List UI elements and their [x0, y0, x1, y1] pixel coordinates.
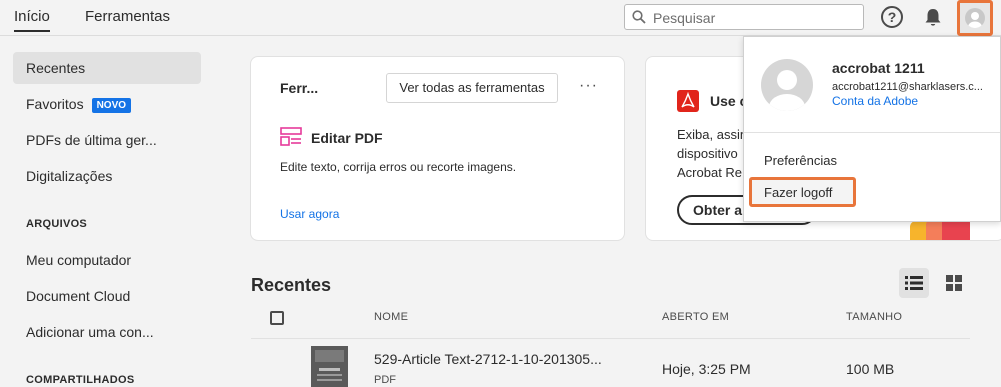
search-input[interactable]: Pesquisar: [624, 4, 864, 30]
promo-line: dispositivo: [677, 146, 738, 161]
sidebar-item-label: Digitalizações: [26, 168, 113, 184]
tab-ferramentas[interactable]: Ferramentas: [85, 8, 170, 25]
account-menu: accrobat 1211 accrobat1211@sharklasers.c…: [743, 36, 1001, 222]
sidebar-item-pdfs-ultima-geracao[interactable]: PDFs de última ger...: [13, 124, 201, 156]
account-name: accrobat 1211: [832, 60, 925, 76]
sidebar-item-adicionar-conta[interactable]: Adicionar uma con...: [13, 316, 201, 348]
recent-title: Recentes: [251, 275, 332, 295]
sidebar-item-meu-computador[interactable]: Meu computador: [13, 244, 201, 276]
account-email: accrobat1211@sharklasers.c...: [832, 81, 983, 93]
sidebar-item-label: PDFs de última ger...: [26, 132, 157, 148]
edit-pdf-description: Edite texto, corrija erros ou recorte im…: [280, 160, 517, 174]
edit-pdf-icon: [280, 127, 302, 146]
account-button[interactable]: [957, 0, 993, 36]
sidebar-item-label: Meu computador: [26, 252, 132, 268]
user-icon: [968, 12, 982, 28]
promo-description: Exiba, assin dispositivo Acrobat Re: [677, 125, 747, 182]
sidebar-item-label: Adicionar uma con...: [26, 324, 154, 340]
list-view-button[interactable]: [899, 268, 929, 298]
sidebar: Recentes Favoritos NOVO PDFs de última ge…: [0, 37, 215, 387]
document-thumbnail-icon: [311, 346, 348, 387]
sidebar-item-label: Favoritos: [26, 96, 84, 112]
use-now-link[interactable]: Usar agora: [280, 207, 339, 221]
grid-view-icon: [946, 275, 962, 291]
user-icon: [769, 70, 805, 111]
file-name: 529-Article Text-2712-1-10-201305...: [374, 351, 602, 367]
sidebar-item-label: Document Cloud: [26, 288, 131, 304]
file-thumbnail: [311, 346, 348, 387]
compartilhados-heading: COMPARTILHADOS: [26, 374, 135, 386]
menu-divider: [744, 132, 1000, 133]
preferences-menu-item[interactable]: Preferências: [764, 153, 837, 168]
adobe-account-link[interactable]: Conta da Adobe: [832, 94, 918, 108]
avatar: [761, 59, 813, 111]
file-size: 100 MB: [846, 361, 895, 377]
help-icon[interactable]: ?: [881, 6, 903, 28]
promo-line: Acrobat Re: [677, 165, 743, 180]
search-icon: [632, 10, 646, 24]
column-header-name[interactable]: NOME: [374, 311, 408, 323]
view-all-tools-button[interactable]: Ver todas as ferramentas: [386, 73, 558, 103]
logoff-menu-item[interactable]: Fazer logoff: [749, 177, 856, 207]
tools-card-title: Ferr...: [280, 80, 319, 96]
edit-pdf-title[interactable]: Editar PDF: [311, 130, 383, 146]
tab-inicio[interactable]: Início: [14, 8, 50, 32]
select-all-checkbox[interactable]: [270, 311, 284, 325]
bell-icon[interactable]: [922, 6, 944, 28]
header-divider: [251, 338, 970, 339]
column-header-size[interactable]: TAMANHO: [846, 311, 902, 323]
sidebar-item-document-cloud[interactable]: Document Cloud: [13, 280, 201, 312]
new-badge: NOVO: [91, 98, 132, 113]
file-opened: Hoje, 3:25 PM: [662, 361, 751, 377]
search-placeholder: Pesquisar: [653, 10, 716, 26]
column-header-opened[interactable]: ABERTO EM: [662, 311, 729, 323]
promo-line: Exiba, assin: [677, 127, 748, 142]
list-view-icon: [905, 276, 923, 290]
promo-title: Use c: [710, 93, 748, 109]
sidebar-item-favoritos[interactable]: Favoritos NOVO: [13, 88, 201, 120]
more-options-icon[interactable]: ···: [579, 77, 598, 95]
sidebar-item-recentes[interactable]: Recentes: [13, 52, 201, 84]
tools-card: Ferr... Ver todas as ferramentas ··· Edi…: [250, 56, 625, 241]
sidebar-item-digitalizacoes[interactable]: Digitalizações: [13, 160, 201, 192]
arquivos-heading: ARQUIVOS: [26, 218, 88, 230]
sidebar-item-label: Recentes: [26, 60, 86, 76]
top-bar: Início Ferramentas Pesquisar ?: [0, 0, 1001, 36]
avatar: [965, 8, 985, 28]
grid-view-button[interactable]: [939, 268, 969, 298]
acrobat-logo-icon: [677, 90, 699, 112]
logoff-label: Fazer logoff: [764, 185, 833, 200]
file-type: PDF: [374, 374, 396, 386]
